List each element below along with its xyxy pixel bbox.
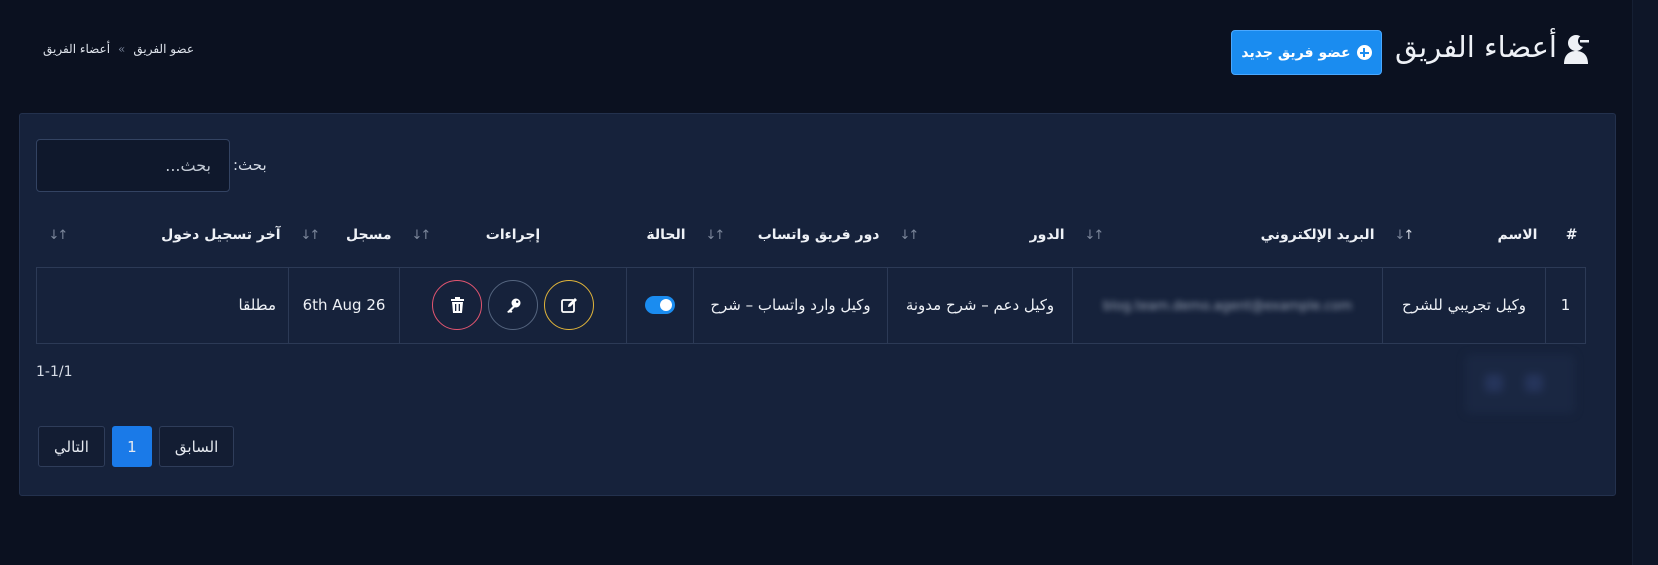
- cell-role: وكيل دعم – شرح مدونة: [887, 266, 1073, 344]
- sort-icon[interactable]: ↑↓: [900, 228, 920, 243]
- records-count: 1-1/1: [36, 364, 73, 380]
- previous-page-button[interactable]: السابق: [158, 426, 235, 467]
- cell-name: وكيل تجريبي للشرح: [1382, 266, 1546, 344]
- status-toggle[interactable]: [645, 296, 675, 314]
- edit-button[interactable]: [544, 280, 594, 330]
- sort-icon[interactable]: ↑↓: [1085, 228, 1105, 243]
- column-header-actions[interactable]: إجراءات ↑↓: [400, 204, 627, 267]
- key-icon: [506, 298, 520, 313]
- breadcrumb: عضو الفريق » أعضاء الفريق: [43, 42, 194, 56]
- plus-circle-icon: [1356, 45, 1372, 60]
- column-header-last-login[interactable]: آخر تسجيل دخول ↑↓: [37, 204, 289, 267]
- cell-status: [626, 266, 694, 344]
- sort-icon[interactable]: ↑↓: [706, 228, 726, 243]
- sort-icon[interactable]: ↑↓: [49, 228, 69, 243]
- column-header-registered[interactable]: مسجل ↑↓: [289, 204, 400, 267]
- pagination: التالي 1 السابق: [38, 426, 235, 467]
- new-team-member-label: عضو فريق جديد: [1241, 44, 1351, 61]
- breadcrumb-separator: »: [118, 42, 126, 56]
- column-header-index: #: [1565, 227, 1578, 244]
- table-header-row: # الاسم ↑↓ البريد الإلكتروني ↑↓ الدور ↑↓ دو…: [37, 204, 1586, 267]
- page-1-button[interactable]: 1: [111, 426, 152, 467]
- blurred-controls: [1465, 354, 1575, 414]
- sort-icon[interactable]: ↑↓: [412, 228, 432, 243]
- column-header-role[interactable]: الدور ↑↓: [888, 204, 1073, 267]
- cell-index: 1: [1545, 266, 1586, 344]
- cell-email: blog.team.demo.agent@example.com: [1072, 266, 1383, 344]
- page-title: أعضاء الفريق: [1394, 30, 1557, 64]
- breadcrumb-link-team-member[interactable]: عضو الفريق: [133, 42, 194, 56]
- breadcrumb-current: أعضاء الفريق: [43, 42, 111, 56]
- email-text: blog.team.demo.agent@example.com: [1102, 299, 1353, 314]
- search-label: بحث:: [233, 156, 267, 174]
- search-input[interactable]: [36, 139, 230, 192]
- cell-whatsapp-role: وكيل وارد واتساب – شرح: [693, 266, 888, 344]
- team-members-card: بحث: # الاسم↑↓ البريد الإلكتروني↑↓ الدور…: [19, 113, 1616, 496]
- column-header-email[interactable]: البريد الإلكتروني ↑↓: [1073, 204, 1383, 267]
- sort-icon[interactable]: ↑↓: [301, 228, 321, 243]
- column-header-status: الحالة: [646, 227, 686, 244]
- table-row: 1 وكيل تجريبي للشرح blog.team.demo.agent…: [36, 266, 1586, 344]
- column-header-name[interactable]: الاسم ↑↓: [1383, 204, 1546, 267]
- delete-button[interactable]: [432, 280, 482, 330]
- cell-last-login: مطلقا: [36, 266, 289, 344]
- column-header-whatsapp-role[interactable]: دور فريق واتساب ↑↓: [694, 204, 888, 267]
- page-header: أعضاء الفريق عضو فريق جديد عضو الفريق » …: [0, 0, 1632, 110]
- cell-actions: [399, 266, 627, 344]
- next-page-button[interactable]: التالي: [38, 426, 105, 467]
- sort-icon[interactable]: ↑↓: [1395, 228, 1415, 243]
- trash-icon: [450, 297, 464, 313]
- right-edge-strip: [1632, 0, 1658, 565]
- edit-icon: [560, 297, 577, 313]
- team-members-table: # الاسم ↑↓ البريد الإلكتروني ↑↓ الدور ↑↓ دو…: [36, 204, 1586, 344]
- cell-registered: 6th Aug 26: [288, 266, 400, 344]
- row-actions: [412, 280, 614, 330]
- reset-password-button[interactable]: [488, 280, 538, 330]
- new-team-member-button[interactable]: عضو فريق جديد: [1231, 30, 1382, 75]
- user-minus-icon: [1564, 35, 1590, 64]
